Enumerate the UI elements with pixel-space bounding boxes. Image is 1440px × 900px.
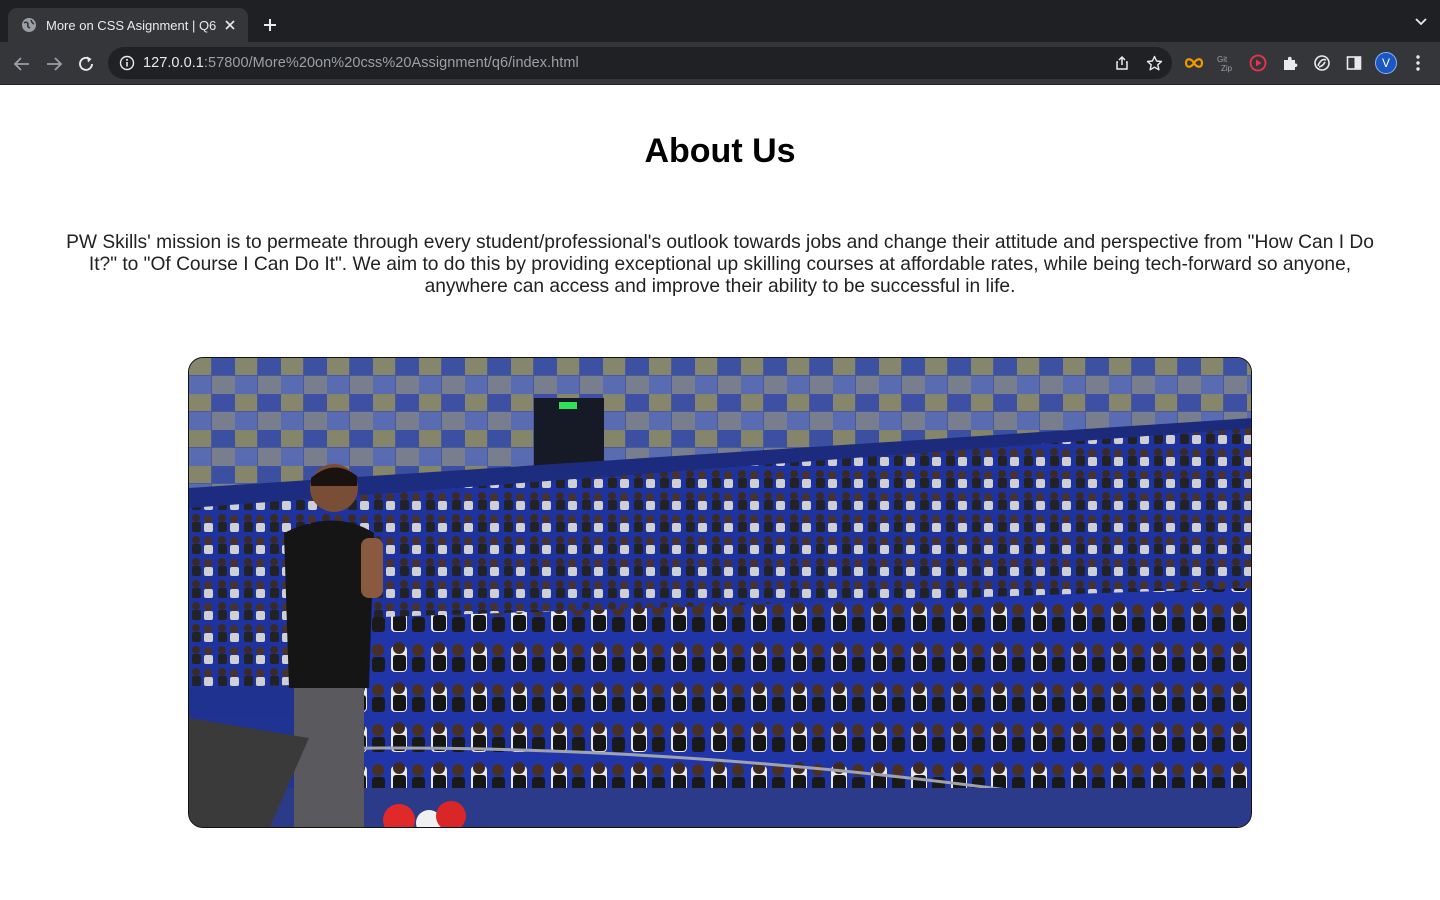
globe-icon <box>21 17 37 33</box>
profile-avatar[interactable]: V <box>1375 52 1397 74</box>
extension-swirl-icon[interactable] <box>1312 53 1332 73</box>
browser-toolbar: 127.0.0.1:57800/More%20on%20css%20Assign… <box>0 42 1440 85</box>
more-menu-icon[interactable] <box>1408 53 1428 73</box>
page-title: About Us <box>644 132 796 170</box>
url-host: 127.0.0.1 <box>143 55 204 71</box>
web-page: About Us PW Skills' mission is to permea… <box>0 86 1440 900</box>
share-icon[interactable] <box>1113 54 1131 72</box>
browser-tab-active[interactable]: More on CSS Asignment | Q6 <box>8 8 248 42</box>
extension-play-icon[interactable] <box>1248 53 1268 73</box>
back-arrow-icon[interactable] <box>10 52 34 76</box>
mission-paragraph: PW Skills' mission is to permeate throug… <box>66 232 1374 297</box>
tab-title: More on CSS Asignment | Q6 <box>46 17 217 33</box>
extension-infinity-icon[interactable] <box>1184 53 1204 73</box>
url-text: 127.0.0.1:57800/More%20on%20css%20Assign… <box>143 55 579 71</box>
url-path: :57800/More%20on%20css%20Assignment/q6/i… <box>203 55 579 71</box>
close-tab-icon[interactable] <box>222 17 238 33</box>
tab-strip: More on CSS Asignment | Q6 <box>0 0 1440 42</box>
svg-text:Zip: Zip <box>1221 64 1233 73</box>
site-info-icon[interactable] <box>119 55 135 71</box>
extension-gitzip-icon[interactable]: Git Zip <box>1216 53 1236 73</box>
forward-arrow-icon[interactable] <box>42 52 66 76</box>
auditorium-image <box>189 358 1251 827</box>
chevron-down-icon[interactable] <box>1414 15 1428 29</box>
extensions-puzzle-icon[interactable] <box>1280 53 1300 73</box>
reload-icon[interactable] <box>74 52 98 76</box>
new-tab-icon[interactable] <box>258 13 282 37</box>
bookmark-star-icon[interactable] <box>1145 54 1163 72</box>
address-bar[interactable]: 127.0.0.1:57800/More%20on%20css%20Assign… <box>108 47 1172 79</box>
auditorium-photo <box>188 357 1252 828</box>
svg-text:Git: Git <box>1217 55 1228 64</box>
side-panel-icon[interactable] <box>1344 53 1364 73</box>
